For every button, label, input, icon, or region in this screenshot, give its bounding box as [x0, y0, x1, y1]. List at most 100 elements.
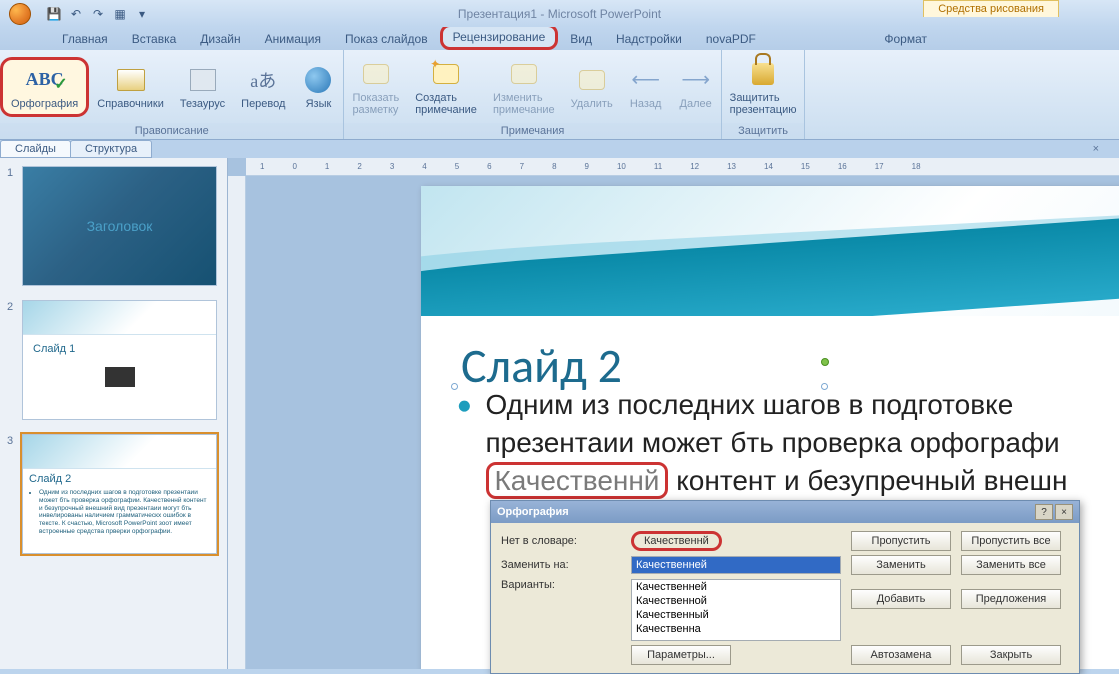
new-comment-label: Создать примечание	[415, 92, 477, 116]
options-button[interactable]: Параметры...	[631, 645, 731, 665]
content-placeholder[interactable]: Одним из последних шагов в подготовке пр…	[457, 386, 1119, 499]
rotation-handle-icon[interactable]	[821, 358, 829, 366]
markup-icon	[360, 58, 392, 90]
tab-insert[interactable]: Вставка	[120, 28, 189, 50]
tab-slideshow[interactable]: Показ слайдов	[333, 28, 440, 50]
office-orb-icon	[9, 3, 31, 25]
contextual-tab-header: Средства рисования	[923, 0, 1059, 17]
replace-all-button[interactable]: Заменить все	[961, 555, 1061, 575]
slide-thumb-2[interactable]: 2 Слайд 1	[22, 300, 217, 420]
variants-label: Варианты:	[501, 579, 621, 591]
suggestions-button[interactable]: Предложения	[961, 589, 1061, 609]
next-comment-button[interactable]: ⟶ Далее	[671, 60, 721, 114]
tab-slides-panel[interactable]: Слайды	[0, 140, 71, 158]
close-button[interactable]: Закрыть	[961, 645, 1061, 665]
dialog-titlebar[interactable]: Орфография ? ×	[491, 501, 1079, 523]
thumb-number: 2	[7, 301, 13, 313]
translate-button[interactable]: aあ Перевод	[233, 60, 293, 114]
tab-home[interactable]: Главная	[50, 28, 120, 50]
language-button[interactable]: Язык	[293, 60, 343, 114]
group-protect: Защитить презентацию Защитить	[722, 50, 806, 139]
lock-icon	[747, 58, 779, 90]
delete-comment-label: Удалить	[571, 98, 613, 110]
tab-outline-panel[interactable]: Структура	[70, 140, 152, 158]
spelling-dialog: Орфография ? × Нет в словаре: Качественн…	[490, 500, 1080, 674]
replace-with-label: Заменить на:	[501, 559, 621, 571]
save-icon[interactable]: 💾	[46, 6, 62, 22]
redo-icon[interactable]: ↷	[90, 6, 106, 22]
group-protect-label: Защитить	[722, 123, 805, 139]
tab-review[interactable]: Рецензирование	[440, 24, 559, 50]
side-panel-tabstrip: Слайды Структура ×	[0, 140, 1119, 158]
edit-comment-button[interactable]: Изменить примечание	[485, 54, 563, 120]
protect-label: Защитить презентацию	[730, 92, 797, 116]
spelling-button[interactable]: ABC Орфография	[0, 57, 89, 117]
text-line: контент и безупречный внешн	[668, 465, 1067, 496]
tab-novapdf[interactable]: novaPDF	[694, 28, 768, 50]
replace-button[interactable]: Заменить	[851, 555, 951, 575]
thesaurus-label: Тезаурус	[180, 98, 225, 110]
panel-close-icon[interactable]: ×	[1087, 143, 1105, 155]
thumb3-title: Слайд 2	[23, 469, 216, 489]
delete-comment-button[interactable]: Удалить	[563, 60, 621, 114]
misspelled-highlight: Качественнй	[486, 462, 669, 499]
language-label: Язык	[306, 98, 332, 110]
bullet-text[interactable]: Одним из последних шагов в подготовке пр…	[486, 386, 1119, 499]
tab-format[interactable]: Формат	[872, 28, 939, 50]
thesaurus-button[interactable]: Тезаурус	[172, 60, 233, 114]
tab-design[interactable]: Дизайн	[188, 28, 252, 50]
thumb-number: 1	[7, 167, 13, 179]
list-item[interactable]: Качественней	[632, 580, 840, 594]
list-item[interactable]: Качественной	[632, 594, 840, 608]
dialog-close-button[interactable]: ×	[1055, 504, 1073, 520]
vertical-ruler	[228, 176, 246, 669]
variants-list[interactable]: Качественней Качественной Качественный К…	[631, 579, 841, 641]
list-item[interactable]: Качественный	[632, 608, 840, 622]
autocorrect-button[interactable]: Автозамена	[851, 645, 951, 665]
research-button[interactable]: Справочники	[89, 60, 172, 114]
new-comment-button[interactable]: Создать примечание	[407, 54, 485, 120]
text-line: Одним из последних шагов в подготовке	[486, 389, 1014, 420]
list-item[interactable]: Качественна	[632, 622, 840, 636]
markup-label: Показать разметку	[352, 92, 399, 116]
slide-thumb-3[interactable]: 3 Слайд 2 Одним из последних шагов в под…	[22, 434, 217, 554]
language-icon	[302, 64, 334, 96]
quick-access-toolbar: 💾 ↶ ↷ ▦ ▾	[40, 6, 156, 22]
spelling-label: Орфография	[11, 98, 78, 110]
skip-button[interactable]: Пропустить	[851, 531, 951, 551]
next-label: Далее	[680, 98, 712, 110]
group-proofing: ABC Орфография Справочники Тезаурус aあ П…	[0, 50, 344, 139]
slide-header-graphic	[421, 186, 1119, 316]
skip-all-button[interactable]: Пропустить все	[961, 531, 1061, 551]
show-markup-button[interactable]: Показать разметку	[344, 54, 407, 120]
delete-comment-icon	[576, 64, 608, 96]
add-button[interactable]: Добавить	[851, 589, 951, 609]
new-slide-icon[interactable]: ▦	[112, 6, 128, 22]
ribbon: ABC Орфография Справочники Тезаурус aあ П…	[0, 50, 1119, 140]
dialog-help-button[interactable]: ?	[1035, 504, 1053, 520]
office-button[interactable]	[0, 0, 40, 27]
group-comments-label: Примечания	[344, 123, 720, 139]
protect-button[interactable]: Защитить презентацию	[722, 54, 805, 120]
tab-addins[interactable]: Надстройки	[604, 28, 694, 50]
slides-panel[interactable]: 1 Заголовок 2 Слайд 1 3 Слайд 2 Одним из…	[0, 158, 228, 669]
window-title: Презентация1 - Microsoft PowerPoint	[458, 7, 661, 21]
title-bar: 💾 ↶ ↷ ▦ ▾ Презентация1 - Microsoft Power…	[0, 0, 1119, 27]
slide-thumb-1[interactable]: 1 Заголовок	[22, 166, 217, 286]
prev-label: Назад	[630, 98, 662, 110]
prev-icon: ⟵	[630, 64, 662, 96]
replace-with-input[interactable]	[631, 556, 841, 574]
research-label: Справочники	[97, 98, 164, 110]
thumb-number: 3	[7, 435, 13, 447]
edit-comment-icon	[508, 58, 540, 90]
undo-icon[interactable]: ↶	[68, 6, 84, 22]
prev-comment-button[interactable]: ⟵ Назад	[621, 60, 671, 114]
translate-label: Перевод	[241, 98, 285, 110]
qat-dropdown-icon[interactable]: ▾	[134, 6, 150, 22]
edit-comment-label: Изменить примечание	[493, 92, 555, 116]
thumb2-image-icon	[105, 367, 135, 387]
ribbon-tabs: Главная Вставка Дизайн Анимация Показ сл…	[0, 27, 1119, 50]
tab-view[interactable]: Вид	[558, 28, 604, 50]
tab-animation[interactable]: Анимация	[253, 28, 333, 50]
next-icon: ⟶	[680, 64, 712, 96]
